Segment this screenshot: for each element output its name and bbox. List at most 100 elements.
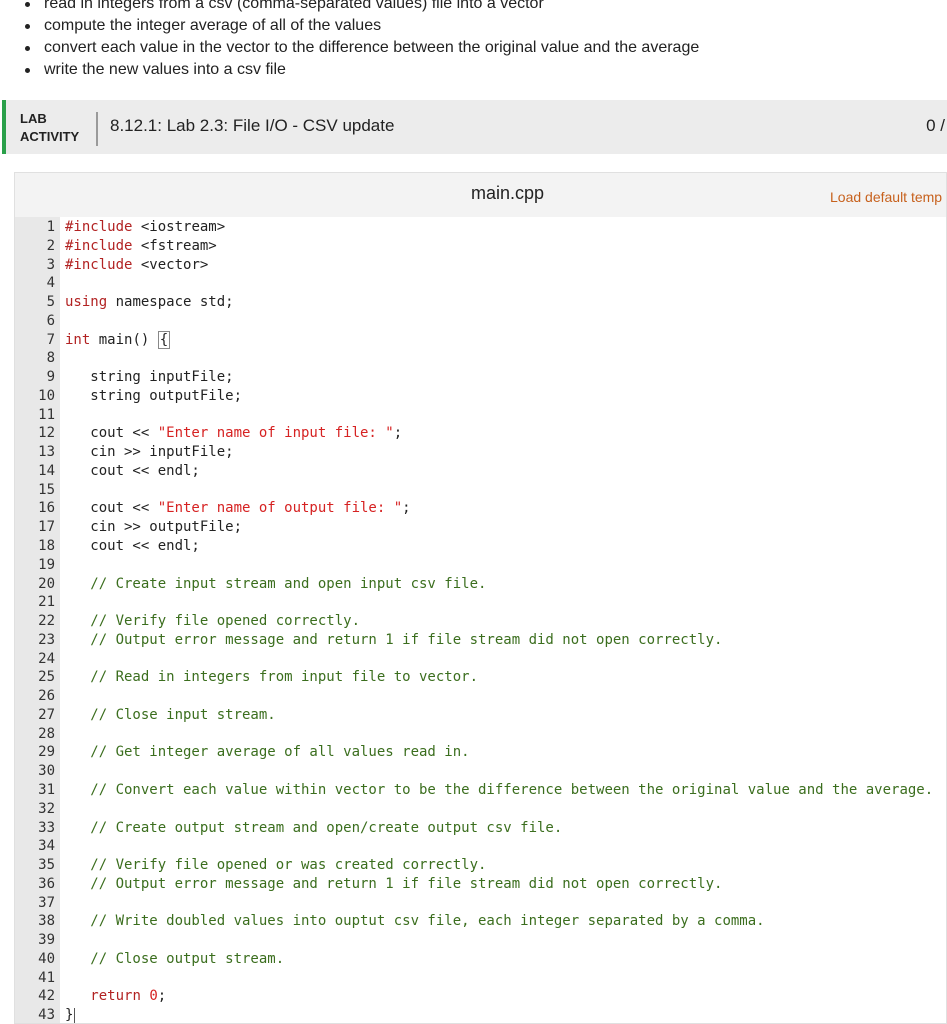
code-string: "Enter name of output file: " [157, 500, 403, 517]
line-number: 15 [38, 481, 55, 498]
lab-title: 8.12.1: Lab 2.3: File I/O - CSV update [110, 116, 395, 135]
code-line[interactable]: 7 int main() { [15, 330, 946, 350]
line-number: 13 [38, 444, 55, 461]
line-number: 20 [38, 575, 55, 592]
code-line[interactable]: 34 [15, 837, 946, 856]
load-default-template-link[interactable]: Load default temp [830, 189, 942, 205]
instruction-item: read in integers from a csv (comma-separ… [22, 0, 699, 18]
code-line[interactable]: 10 string outputFile; [15, 387, 946, 406]
line-number: 36 [38, 875, 55, 892]
code-line[interactable]: 28 [15, 725, 946, 744]
line-number: 11 [38, 406, 55, 423]
code-keyword: int [65, 331, 91, 348]
code-line[interactable]: 23 // Output error message and return 1 … [15, 631, 946, 650]
code-line[interactable]: 17 cin >> outputFile; [15, 518, 946, 537]
code-line[interactable]: 13 cin >> inputFile; [15, 443, 946, 462]
code-line[interactable]: 29 // Get integer average of all values … [15, 743, 946, 762]
code-comment: // Output error message and return 1 if … [65, 631, 723, 648]
code-line[interactable]: 24 [15, 650, 946, 669]
code-comment: // Verify file opened correctly. [65, 613, 361, 630]
code-line[interactable]: 39 [15, 931, 946, 950]
code-line[interactable]: 26 [15, 687, 946, 706]
code-line[interactable]: 33 // Create output stream and open/crea… [15, 819, 946, 838]
line-number: 28 [38, 725, 55, 742]
file-name: main.cpp [471, 183, 545, 203]
code-token: string inputFile; [65, 369, 234, 386]
code-area[interactable]: 1 #include <iostream> 2 #include <fstream> 3… [15, 217, 946, 1023]
code-line[interactable]: 16 cout << "Enter name of output file: "… [15, 499, 946, 518]
code-lines[interactable]: 1 #include <iostream> 2 #include <fstream> 3… [15, 218, 946, 1023]
line-number: 41 [38, 969, 55, 986]
code-comment: // Write doubled values into ouptut csv … [65, 913, 765, 930]
instruction-list: read in integers from a csv (comma-separ… [22, 0, 699, 84]
code-token: ; [157, 988, 167, 1005]
line-number: 23 [38, 631, 55, 648]
code-line[interactable]: 4 [15, 274, 946, 293]
code-line[interactable]: 40 // Close output stream. [15, 950, 946, 969]
code-line[interactable]: 37 [15, 894, 946, 913]
code-token: cin >> inputFile; [65, 444, 234, 461]
instruction-text: write the new values into a csv file [44, 61, 286, 78]
code-line[interactable]: 30 [15, 762, 946, 781]
line-number: 34 [38, 838, 55, 855]
code-text: // Verify file opened or was created cor… [65, 856, 486, 875]
line-number: 31 [38, 781, 55, 798]
code-line[interactable]: 2 #include <fstream> [15, 237, 946, 256]
line-number: 32 [38, 800, 55, 817]
code-keyword: using [65, 294, 108, 311]
code-line[interactable]: 41 [15, 969, 946, 988]
code-line[interactable]: 5 using namespace std; [15, 293, 946, 312]
line-number: 37 [38, 894, 55, 911]
code-comment: // Get integer average of all values rea… [65, 744, 470, 761]
code-line[interactable]: 20 // Create input stream and open input… [15, 575, 946, 594]
code-token: <iostream> [132, 219, 226, 235]
line-number: 4 [46, 275, 55, 292]
line-number: 1 [46, 219, 55, 235]
code-line[interactable]: 27 // Close input stream. [15, 706, 946, 725]
code-text: cout << endl; [65, 462, 200, 481]
line-number: 24 [38, 650, 55, 667]
code-line[interactable]: 8 [15, 349, 946, 368]
code-line[interactable]: 25 // Read in integers from input file t… [15, 668, 946, 687]
line-number: 39 [38, 932, 55, 949]
code-text: // Write doubled values into ouptut csv … [65, 912, 765, 931]
lab-tag-line1: LAB [20, 111, 47, 126]
code-line[interactable]: 1 #include <iostream> [15, 218, 946, 237]
code-line[interactable]: 19 [15, 556, 946, 575]
line-number: 21 [38, 594, 55, 611]
code-line[interactable]: 38 // Write doubled values into ouptut c… [15, 912, 946, 931]
code-line[interactable]: 18 cout << endl; [15, 537, 946, 556]
code-string: "Enter name of input file: " [157, 425, 394, 442]
line-number: 33 [38, 819, 55, 836]
code-line[interactable]: 11 [15, 406, 946, 425]
code-line[interactable]: 42 return 0; [15, 987, 946, 1006]
code-keyword: #include [65, 219, 133, 235]
instruction-text: convert each value in the vector to the … [44, 39, 700, 56]
code-text: #include <vector> [65, 256, 208, 275]
code-text: return 0; [65, 987, 166, 1006]
code-line[interactable]: 43} [15, 1006, 946, 1023]
code-text: // Convert each value within vector to b… [65, 781, 933, 800]
line-number: 29 [38, 744, 55, 761]
code-line[interactable]: 36 // Output error message and return 1 … [15, 875, 946, 894]
code-line[interactable]: 6 [15, 312, 946, 331]
code-comment: // Verify file opened or was created cor… [65, 857, 487, 874]
bullet-icon [25, 24, 30, 29]
code-line[interactable]: 35 // Verify file opened or was created … [15, 856, 946, 875]
code-keyword: return [90, 988, 141, 1005]
code-token: cout << endl; [65, 538, 200, 555]
code-line[interactable]: 15 [15, 481, 946, 500]
code-line[interactable]: 31 // Convert each value within vector t… [15, 781, 946, 800]
line-number: 22 [38, 613, 55, 630]
code-line[interactable]: 12 cout << "Enter name of input file: "; [15, 424, 946, 443]
code-token: cout << [65, 500, 158, 517]
code-line[interactable]: 22 // Verify file opened correctly. [15, 612, 946, 631]
code-line[interactable]: 14 cout << endl; [15, 462, 946, 481]
lab-tag-line2: ACTIVITY [20, 129, 80, 144]
code-comment: // Close input stream. [65, 706, 276, 723]
code-line[interactable]: 9 string inputFile; [15, 368, 946, 387]
code-line[interactable]: 3 #include <vector> [15, 256, 946, 275]
code-editor-panel: main.cpp Load default temp 1 #include <io… [14, 172, 947, 1024]
code-line[interactable]: 21 [15, 593, 946, 612]
code-line[interactable]: 32 [15, 800, 946, 819]
